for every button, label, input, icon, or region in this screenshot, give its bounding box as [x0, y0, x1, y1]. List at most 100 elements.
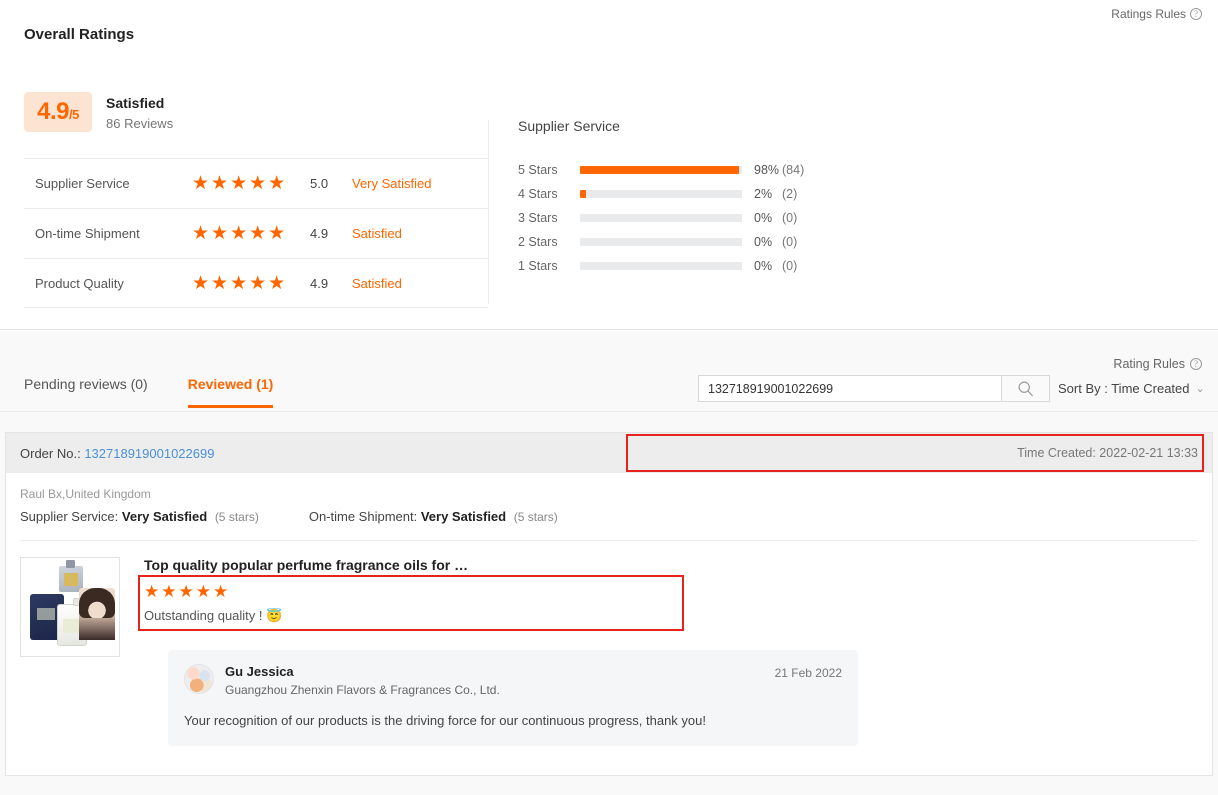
histogram-row: 1 Stars 0% (0) [518, 254, 822, 278]
histogram-count: (0) [782, 235, 822, 249]
reply-author: Gu Jessica Guangzhou Zhenxin Flavors & F… [225, 664, 500, 697]
metric-score: 4.9 [310, 276, 352, 291]
product-title[interactable]: Top quality popular perfume fragrance oi… [144, 557, 1198, 573]
supplier-service-histogram: Supplier Service 5 Stars 98% (84) 4 Star… [518, 118, 822, 278]
model-hair-image-part [79, 588, 115, 618]
avatar [184, 664, 214, 694]
histogram-bar-track [580, 262, 742, 270]
overall-reviews-count: 86 Reviews [106, 114, 173, 134]
histogram-percent: 0% [742, 259, 782, 273]
metric-score: 4.9 [310, 226, 352, 241]
rating-rules-label: Rating Rules [1113, 357, 1185, 371]
reviews-tabs: Pending reviews (0) Reviewed (1) [24, 376, 273, 408]
histogram-row: 5 Stars 98% (84) [518, 158, 822, 182]
search-area [698, 375, 1050, 402]
ratings-page: Ratings Rules ? Overall Ratings 4.9/5 Sa… [0, 0, 1218, 795]
supplier-reply-box: Gu Jessica Guangzhou Zhenxin Flavors & F… [168, 650, 858, 746]
reply-text: Your recognition of our products is the … [184, 713, 842, 728]
histogram-category: 5 Stars [518, 163, 580, 177]
star-rating-icon: ★★★★★ [192, 274, 310, 293]
buyer-ratings: Supplier Service: Very Satisfied (5 star… [20, 509, 1198, 524]
histogram-percent: 0% [742, 211, 782, 225]
reviews-panel: Rating Rules ? Pending reviews (0) Revie… [0, 331, 1218, 795]
metric-name: On-time Shipment [24, 226, 192, 241]
buyer-supplier-service-label: Supplier Service: [20, 509, 118, 524]
product-thumbnail[interactable] [20, 557, 120, 657]
rating-rules-link[interactable]: Rating Rules ? [1113, 357, 1202, 371]
star-rating-icon: ★★★★★ [192, 174, 310, 193]
reply-author-name: Gu Jessica [225, 664, 500, 679]
histogram-bar-fill [580, 190, 586, 198]
histogram-category: 3 Stars [518, 211, 580, 225]
time-created: Time Created: 2022-02-21 13:33 [1017, 433, 1198, 473]
review-content-box: ★★★★★ Outstanding quality ! 😇 [144, 583, 690, 624]
vertical-divider [488, 120, 489, 304]
order-review-card: Order No.: 132718919001022699 Time Creat… [5, 432, 1213, 776]
buyer-ontime-stars: (5 stars) [514, 510, 558, 524]
reply-company-name: Guangzhou Zhenxin Flavors & Fragrances C… [225, 683, 500, 697]
sort-by-label: Sort By : Time Created [1058, 381, 1190, 396]
metric-label: Very Satisfied [352, 176, 432, 191]
overall-score-block: 4.9/5 Satisfied 86 Reviews [24, 92, 173, 134]
reply-header: Gu Jessica Guangzhou Zhenxin Flavors & F… [184, 664, 842, 697]
histogram-title: Supplier Service [518, 118, 822, 134]
overall-score-badge: 4.9/5 [24, 92, 92, 132]
search-icon [1017, 380, 1034, 397]
buyer-supplier-service-stars: (5 stars) [215, 510, 259, 524]
histogram-row: 2 Stars 0% (0) [518, 230, 822, 254]
order-number-block: Order No.: 132718919001022699 [20, 446, 214, 461]
order-number-link[interactable]: 132718919001022699 [84, 446, 214, 461]
histogram-row: 3 Stars 0% (0) [518, 206, 822, 230]
product-info: Top quality popular perfume fragrance oi… [144, 557, 1198, 746]
sort-by-dropdown[interactable]: Sort By : Time Created ⌄ [1058, 381, 1205, 396]
buyer-ontime-shipment: On-time Shipment: Very Satisfied (5 star… [309, 509, 558, 524]
buyer-block: Raul Bx,United Kingdom Supplier Service:… [6, 473, 1212, 541]
overall-score-text: Satisfied 86 Reviews [106, 92, 173, 134]
metric-name: Product Quality [24, 276, 192, 291]
metric-score: 5.0 [310, 176, 352, 191]
histogram-category: 2 Stars [518, 235, 580, 249]
buyer-supplier-service-value: Very Satisfied [122, 509, 207, 524]
metric-row: On-time Shipment ★★★★★ 4.9 Satisfied [24, 208, 488, 258]
histogram-bar-track [580, 238, 742, 246]
histogram-bar-track [580, 190, 742, 198]
metric-label: Satisfied [352, 226, 402, 241]
overall-score-label: Satisfied [106, 94, 173, 112]
overall-score-suffix: /5 [69, 95, 79, 135]
overall-ratings-card: Ratings Rules ? Overall Ratings 4.9/5 Sa… [0, 0, 1218, 330]
chevron-down-icon: ⌄ [1196, 382, 1205, 395]
histogram-bar-track [580, 166, 742, 174]
review-text: Outstanding quality ! 😇 [144, 608, 690, 624]
buyer-supplier-service: Supplier Service: Very Satisfied (5 star… [20, 509, 259, 524]
order-number-label: Order No.: [20, 446, 81, 461]
help-question-icon-2[interactable]: ? [1190, 358, 1202, 370]
histogram-row: 4 Stars 2% (2) [518, 182, 822, 206]
page-title: Overall Ratings [24, 26, 134, 43]
histogram-count: (2) [782, 187, 822, 201]
help-question-icon[interactable]: ? [1190, 8, 1202, 20]
buyer-ontime-label: On-time Shipment: [309, 509, 417, 524]
star-rating-icon: ★★★★★ [192, 224, 310, 243]
histogram-count: (0) [782, 259, 822, 273]
metric-name: Supplier Service [24, 176, 192, 191]
buyer-ontime-value: Very Satisfied [421, 509, 506, 524]
ratings-rules-link-top[interactable]: Ratings Rules ? [1111, 7, 1202, 21]
search-button[interactable] [1002, 375, 1050, 402]
search-input[interactable] [698, 375, 1002, 402]
review-star-rating-icon: ★★★★★ [144, 583, 690, 601]
buyer-name: Raul Bx,United Kingdom [20, 485, 1198, 503]
metrics-table: Supplier Service ★★★★★ 5.0 Very Satisfie… [24, 158, 488, 308]
histogram-category: 1 Stars [518, 259, 580, 273]
histogram-bar-track [580, 214, 742, 222]
tab-reviewed[interactable]: Reviewed (1) [188, 376, 274, 408]
histogram-percent: 0% [742, 235, 782, 249]
histogram-category: 4 Stars [518, 187, 580, 201]
histogram-percent: 98% [742, 163, 782, 177]
histogram-percent: 2% [742, 187, 782, 201]
perfume-cap-image-part [66, 560, 75, 568]
metric-row: Product Quality ★★★★★ 4.9 Satisfied [24, 258, 488, 308]
metric-row: Supplier Service ★★★★★ 5.0 Very Satisfie… [24, 158, 488, 208]
ratings-rules-label-top: Ratings Rules [1111, 7, 1186, 21]
product-review-row: Top quality popular perfume fragrance oi… [6, 541, 1212, 746]
tab-pending-reviews[interactable]: Pending reviews (0) [24, 376, 148, 408]
